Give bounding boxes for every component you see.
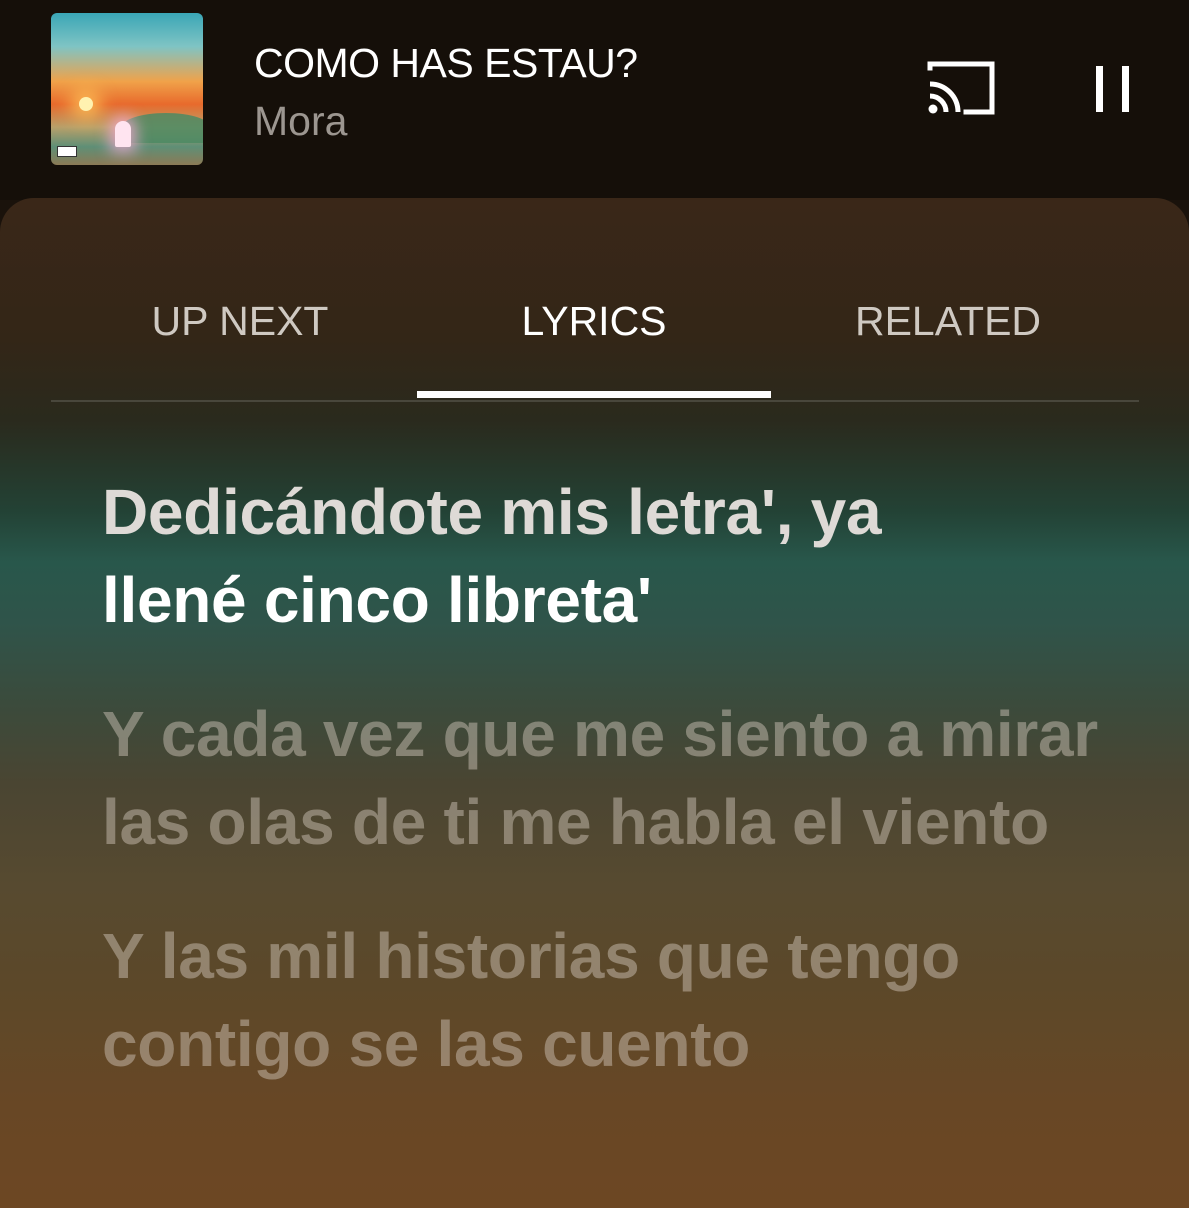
- album-art-figure: [115, 121, 131, 147]
- album-art[interactable]: [51, 13, 203, 165]
- cast-button[interactable]: [922, 58, 998, 120]
- song-artist[interactable]: Mora: [254, 98, 347, 145]
- lyric-line-current-part2: llené cinco libreta': [102, 564, 652, 636]
- lyric-line-current-part1: Dedicándote mis letra', ya: [102, 476, 882, 548]
- tab-up-next[interactable]: UP NEXT: [63, 298, 417, 345]
- album-art-sun: [79, 97, 93, 111]
- lyric-line-upcoming: Y las mil historias que tengo contigo se…: [102, 920, 960, 1080]
- pause-icon: [1096, 66, 1129, 112]
- lyric-line-current: Dedicándote mis letra', ya llené cinco l…: [102, 468, 1102, 644]
- player-panel: UP NEXT LYRICS RELATED Dedicándote mis l…: [0, 198, 1189, 1208]
- mini-player[interactable]: COMO HAS ESTAU? Mora: [0, 0, 1189, 200]
- album-art-hill: [121, 113, 203, 143]
- lyrics-container[interactable]: Dedicándote mis letra', ya llené cinco l…: [102, 468, 1102, 1134]
- tab-lyrics[interactable]: LYRICS: [417, 298, 771, 345]
- explicit-badge: [57, 146, 77, 157]
- song-title: COMO HAS ESTAU?: [254, 40, 638, 86]
- cast-icon: [927, 61, 995, 115]
- tab-bar: UP NEXT LYRICS RELATED: [51, 198, 1139, 402]
- lyric-line-upcoming: Y cada vez que me siento a mirar las ola…: [102, 698, 1098, 858]
- active-tab-indicator: [417, 391, 771, 398]
- pause-button[interactable]: [1078, 56, 1148, 122]
- tab-related[interactable]: RELATED: [771, 298, 1125, 345]
